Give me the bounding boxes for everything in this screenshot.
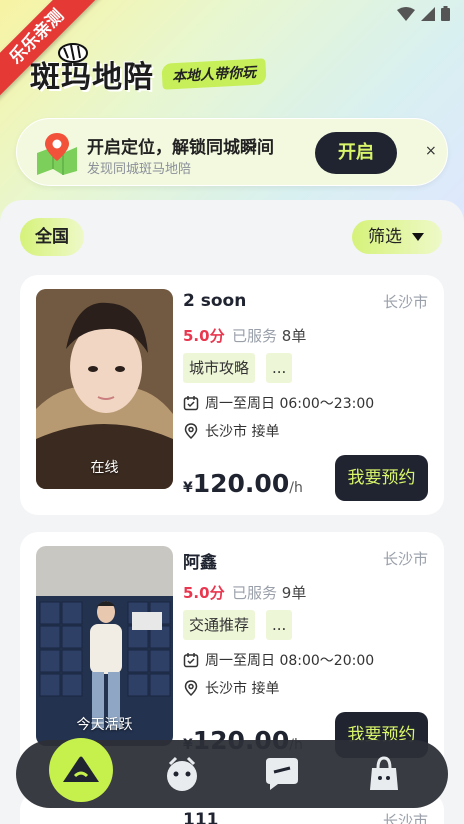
filter-label: 筛选 — [368, 227, 402, 247]
guide-photo[interactable]: 今天活跃 — [36, 546, 173, 746]
zebra-icon — [58, 43, 88, 63]
location-row: 长沙市 接单 — [183, 678, 279, 698]
price-amount: 120.00 — [192, 469, 290, 498]
nav-home-button[interactable] — [49, 738, 113, 802]
guide-city: 长沙市 — [382, 550, 428, 568]
discover-icon — [167, 756, 197, 791]
guide-city: 长沙市 — [382, 293, 428, 311]
signal-icon — [421, 6, 435, 21]
schedule-row: 周一至周日 06:00～23:00 — [183, 393, 374, 413]
guide-city: 长沙市 — [382, 812, 428, 824]
guide-name: 111 — [183, 810, 219, 824]
location-pin-icon — [184, 680, 198, 696]
guide-photo[interactable]: 在线 — [36, 289, 173, 489]
price-unit: /h — [289, 480, 303, 496]
calendar-icon — [183, 396, 199, 411]
schedule-text: 周一至周日 06:00～23:00 — [205, 396, 375, 412]
price-currency: ¥ — [183, 480, 193, 496]
battery-icon — [441, 6, 450, 21]
guide-name: 阿鑫 — [183, 553, 217, 573]
bottom-navigation — [16, 738, 448, 808]
guide-card[interactable]: 今天活跃 阿鑫 长沙市 5.0分 已服务 9单 交通推荐 ... 周一至周日 0… — [20, 532, 444, 772]
nav-message-button[interactable] — [260, 752, 304, 796]
activity-status: 今天活跃 — [76, 717, 133, 733]
location-title: 开启定位，解锁同城瞬间 — [87, 138, 274, 158]
guide-rating: 5.0分 — [183, 584, 225, 602]
location-pin-icon — [184, 423, 198, 439]
service-tag: 城市攻略 — [183, 353, 256, 383]
home-icon — [63, 756, 99, 782]
nav-discover-button[interactable] — [160, 752, 204, 796]
location-subtitle: 发现同城斑马地陪 — [87, 162, 192, 177]
location-banner[interactable]: 开启定位，解锁同城瞬间 发现同城斑马地陪 开启 × — [16, 118, 448, 186]
price: ¥120.00/h — [183, 469, 303, 498]
guide-card[interactable]: 在线 2 soon 长沙市 5.0分 已服务 8单 城市攻略 ... 周一至周日… — [20, 275, 444, 515]
guide-name: 2 soon — [183, 291, 247, 311]
book-button[interactable]: 我要预约 — [335, 455, 428, 501]
map-pin-icon — [37, 133, 77, 175]
served-count: 9单 — [281, 584, 307, 602]
online-status: 在线 — [90, 460, 119, 476]
wifi-icon — [397, 6, 415, 21]
profile-icon — [370, 756, 398, 790]
served-info: 已服务 8单 — [232, 325, 306, 346]
guide-rating: 5.0分 — [183, 327, 225, 345]
app-logo: 斑玛地陪 本地人带你玩 — [30, 43, 267, 96]
served-count: 8单 — [281, 327, 307, 345]
filter-button[interactable]: 筛选 — [352, 220, 442, 254]
served-label: 已服务 — [232, 327, 278, 345]
nav-profile-button[interactable] — [362, 752, 406, 796]
caret-down-icon — [412, 233, 424, 241]
location-row: 长沙市 接单 — [183, 421, 279, 441]
location-text: 长沙市 接单 — [205, 681, 280, 697]
logo-title: 斑玛地陪 — [30, 60, 154, 95]
location-text: 长沙市 接单 — [205, 424, 280, 440]
enable-location-button[interactable]: 开启 — [315, 132, 397, 174]
header-background — [0, 0, 464, 230]
message-icon — [266, 758, 298, 790]
region-selector[interactable]: 全国 — [20, 218, 84, 256]
served-info: 已服务 9单 — [232, 582, 306, 603]
logo-slogan: 本地人带你玩 — [161, 58, 267, 90]
schedule-row: 周一至周日 08:00～20:00 — [183, 650, 374, 670]
schedule-text: 周一至周日 08:00～20:00 — [205, 653, 375, 669]
more-tags[interactable]: ... — [266, 610, 293, 640]
more-tags[interactable]: ... — [266, 353, 293, 383]
served-label: 已服务 — [232, 584, 278, 602]
service-tag: 交通推荐 — [183, 610, 256, 640]
close-banner-button[interactable]: × — [425, 143, 437, 159]
calendar-icon — [183, 653, 199, 668]
